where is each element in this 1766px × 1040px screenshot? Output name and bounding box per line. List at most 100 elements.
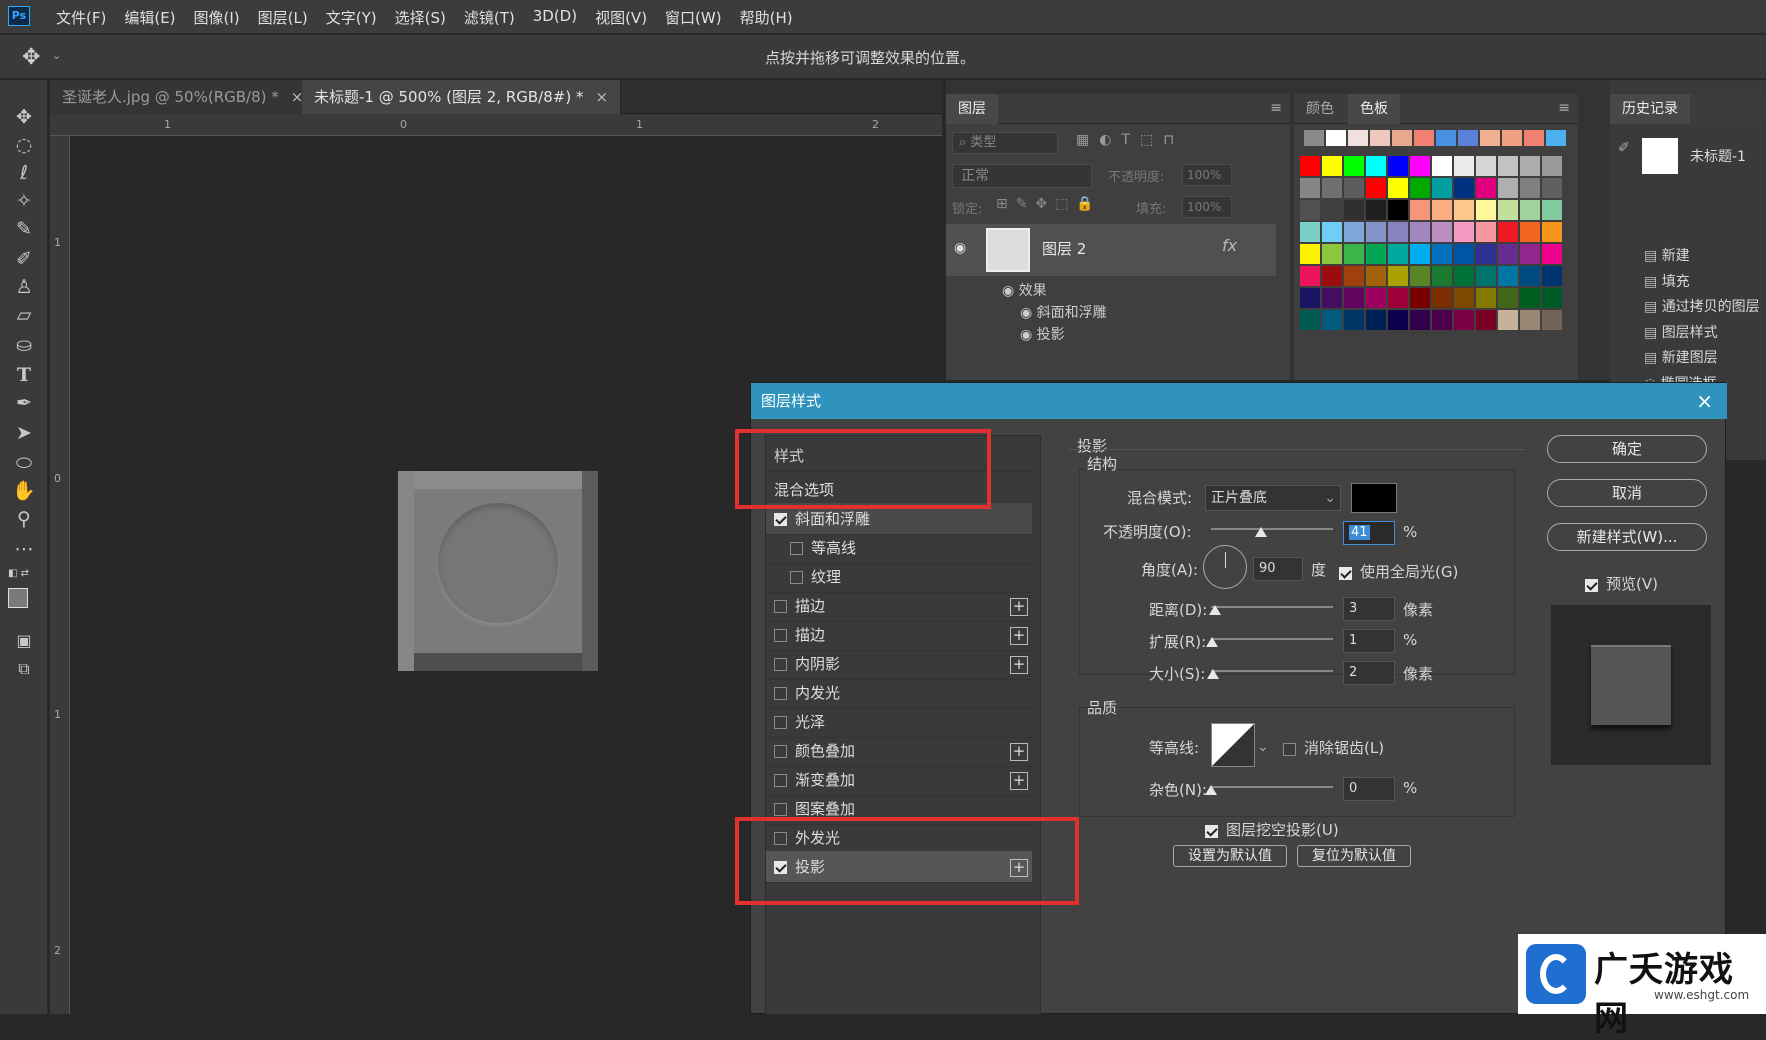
color-swatch[interactable] [1300,156,1320,176]
color-swatch[interactable] [1300,178,1320,198]
color-swatch[interactable] [1410,266,1430,286]
color-swatch[interactable] [1300,200,1320,220]
color-swatch[interactable] [1388,244,1408,264]
menu-item[interactable]: 编辑(E) [124,7,175,28]
eye-icon[interactable]: ◉ [1002,283,1019,299]
quick-mask-icon[interactable]: ▣ [8,628,40,654]
color-swatch[interactable] [1454,266,1474,286]
color-swatch[interactable] [1366,178,1386,198]
marquee-ellipse-icon[interactable]: ◌ [8,132,40,158]
checkbox[interactable] [774,716,787,729]
menu-item[interactable]: 视图(V) [595,7,647,28]
color-swatch[interactable] [1432,178,1452,198]
noise-slider[interactable] [1211,786,1333,788]
style-item[interactable]: 光泽 [766,706,1032,738]
color-swatch[interactable] [1476,288,1496,308]
spread-slider[interactable] [1211,638,1333,640]
tab-color[interactable]: 颜色 [1294,94,1346,124]
style-item[interactable]: 等高线 [766,532,1032,564]
panel-menu-icon[interactable]: ≡ [1270,100,1282,116]
zoom-icon[interactable]: ⚲ [8,506,40,532]
shadow-color-swatch[interactable] [1351,483,1397,513]
stamp-icon[interactable]: ♙ [8,274,40,300]
color-swatch[interactable] [1520,200,1540,220]
noise-input[interactable]: 0 [1343,777,1395,801]
recent-swatch[interactable] [1326,130,1346,146]
color-swatch[interactable] [1520,288,1540,308]
spread-slider-knob[interactable] [1206,637,1219,647]
color-swatch[interactable] [1432,200,1452,220]
menu-item[interactable]: 窗口(W) [665,7,722,28]
color-swatch[interactable] [1366,156,1386,176]
color-swatch[interactable] [1432,266,1452,286]
checkbox[interactable] [774,658,787,671]
history-item[interactable]: ▤ 图层样式 [1610,319,1766,347]
opacity-slider-knob[interactable] [1255,527,1268,537]
brush-icon[interactable]: ✐ [8,246,40,272]
color-swatch[interactable] [1410,156,1430,176]
color-swatch[interactable] [1520,310,1540,330]
menu-item[interactable]: 3D(D) [533,7,577,28]
eyedropper-icon[interactable]: ✎ [8,216,40,242]
layer-filter-select[interactable]: ⌕ 类型 [952,132,1058,154]
menu-item[interactable]: 选择(S) [395,7,446,28]
color-swatch[interactable] [1542,222,1562,242]
color-swatch[interactable] [1322,178,1342,198]
color-swatch[interactable] [1542,244,1562,264]
menu-item[interactable]: 帮助(H) [740,7,793,28]
fx-icon[interactable]: fx [1222,236,1237,255]
color-swatch[interactable] [1322,244,1342,264]
color-swatch[interactable] [1498,310,1518,330]
lasso-icon[interactable]: ℓ [8,160,40,186]
color-swatch[interactable] [1542,266,1562,286]
ellipse-shape-icon[interactable]: ⬭ [8,450,40,476]
color-swatch[interactable] [1542,310,1562,330]
checkbox[interactable] [790,542,803,555]
color-swatch[interactable] [1322,200,1342,220]
color-swatch[interactable] [1410,222,1430,242]
style-item[interactable]: 纹理 [766,561,1032,593]
color-swatch[interactable] [1410,178,1430,198]
opacity-slider[interactable] [1211,528,1333,530]
layer-row[interactable]: ◉ 图层 2 fx [946,224,1276,276]
recent-swatch[interactable] [1348,130,1368,146]
color-swatch[interactable] [1498,156,1518,176]
close-icon[interactable]: × [1696,389,1713,413]
color-swatch[interactable] [1542,178,1562,198]
global-light-checkbox[interactable]: 使用全局光(G) [1339,561,1458,582]
checkbox[interactable] [774,629,787,642]
spread-input[interactable]: 1 [1343,629,1395,653]
menu-item[interactable]: 图像(I) [194,7,240,28]
color-swatch[interactable] [1542,288,1562,308]
tab-santa-doc[interactable]: 圣诞老人.jpg @ 50%(RGB/8) * × [50,80,317,114]
magic-wand-icon[interactable]: ✧ [8,188,40,214]
recent-swatch[interactable] [1436,130,1456,146]
chevron-down-icon[interactable]: ⌄ [1257,739,1269,755]
color-swatch[interactable] [1300,288,1320,308]
color-swatch[interactable] [1410,200,1430,220]
color-swatch[interactable] [1476,266,1496,286]
checkbox[interactable] [774,745,787,758]
color-swatch[interactable] [1498,266,1518,286]
checkbox[interactable] [774,774,787,787]
default-colors-icon[interactable]: ◧ ⇄ [8,568,29,579]
more-tools-icon[interactable]: ⋯ [8,536,40,562]
color-swatch[interactable] [1344,222,1364,242]
checkbox[interactable] [1585,578,1598,592]
color-swatch[interactable] [1300,266,1320,286]
color-swatch[interactable] [1542,156,1562,176]
style-item[interactable]: 内发光 [766,677,1032,709]
color-swatch[interactable] [1432,244,1452,264]
style-item[interactable]: 渐变叠加 + [766,764,1032,796]
menu-item[interactable]: 文字(Y) [326,7,377,28]
tab-swatches[interactable]: 色板 [1348,94,1400,124]
color-swatch[interactable] [1454,222,1474,242]
checkbox[interactable] [774,803,787,816]
color-swatch[interactable] [1410,244,1430,264]
style-item[interactable]: 颜色叠加 + [766,735,1032,767]
add-icon[interactable]: + [1010,743,1028,761]
preview-checkbox[interactable]: 预览(V) [1585,573,1658,594]
color-swatch[interactable] [1498,178,1518,198]
checkbox[interactable] [790,571,803,584]
color-swatch[interactable] [1454,156,1474,176]
